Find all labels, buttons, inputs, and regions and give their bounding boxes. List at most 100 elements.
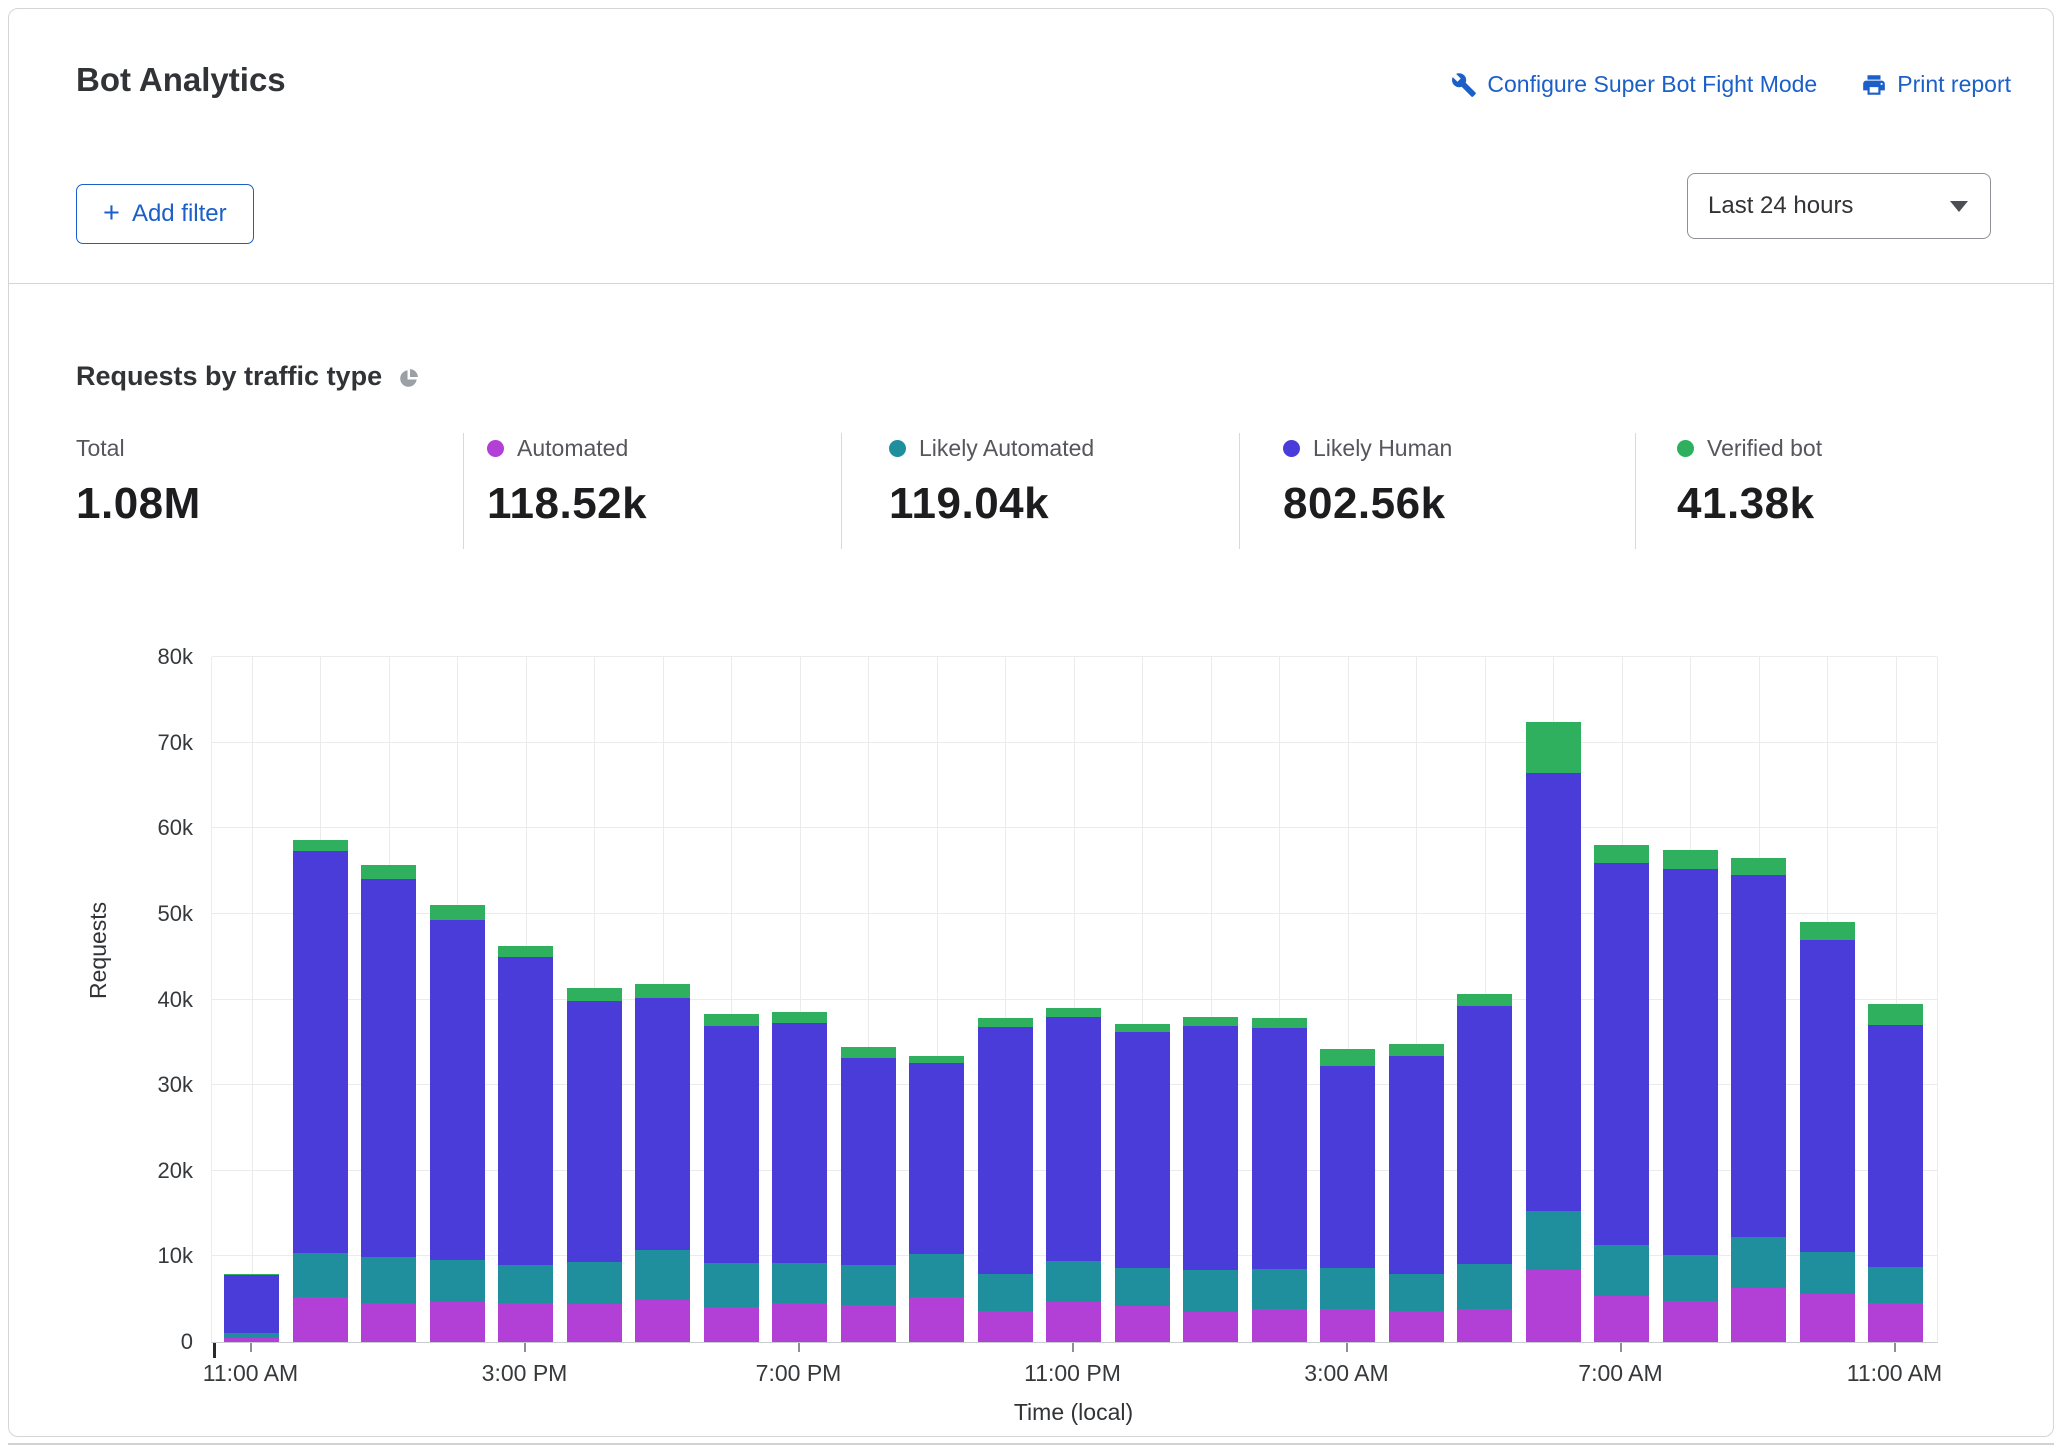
stat-divider bbox=[1635, 433, 1636, 549]
x-gridline bbox=[937, 657, 938, 1342]
bar-segment-likely-automated bbox=[909, 1254, 964, 1298]
bar-segment-verified-bot bbox=[1800, 922, 1855, 940]
bar-segment-verified-bot bbox=[1389, 1044, 1444, 1056]
stacked-bar-3-00-pm bbox=[498, 946, 553, 1342]
bar-segment-verified-bot bbox=[224, 1274, 279, 1276]
bar-segment-verified-bot bbox=[1594, 845, 1649, 863]
bar-segment-automated bbox=[1868, 1303, 1923, 1342]
bar-segment-automated bbox=[1389, 1311, 1444, 1342]
add-filter-label: Add filter bbox=[132, 200, 227, 228]
x-axis-tick bbox=[1346, 1343, 1348, 1352]
bar-segment-automated bbox=[1457, 1309, 1512, 1342]
stacked-bar-4-00-pm bbox=[567, 988, 622, 1342]
bar-segment-likely-automated bbox=[1046, 1261, 1101, 1302]
y-axis-tick-label: 10k bbox=[113, 1243, 193, 1269]
chart-plot-area bbox=[211, 657, 1938, 1343]
configure-link-label: Configure Super Bot Fight Mode bbox=[1487, 71, 1817, 98]
bar-segment-verified-bot bbox=[293, 840, 348, 851]
bar-segment-verified-bot bbox=[567, 988, 622, 1001]
pie-chart-icon bbox=[397, 367, 420, 390]
bar-segment-verified-bot bbox=[1868, 1004, 1923, 1025]
bar-segment-likely-automated bbox=[635, 1250, 690, 1301]
bar-segment-likely-human bbox=[1183, 1026, 1238, 1270]
y-axis-tick-label: 30k bbox=[113, 1072, 193, 1098]
x-axis-title: Time (local) bbox=[211, 1399, 1936, 1426]
bar-segment-likely-human bbox=[635, 998, 690, 1250]
bar-segment-verified-bot bbox=[1183, 1017, 1238, 1026]
stat-value: 1.08M bbox=[76, 479, 201, 529]
x-gridline bbox=[1416, 657, 1417, 1342]
y-gridline bbox=[212, 827, 1937, 828]
bar-segment-likely-human bbox=[1115, 1032, 1170, 1268]
y-gridline bbox=[212, 1084, 1937, 1085]
bar-segment-likely-automated bbox=[1252, 1269, 1307, 1308]
x-gridline bbox=[800, 657, 801, 1342]
y-axis-tick-label: 40k bbox=[113, 987, 193, 1013]
x-gridline bbox=[663, 657, 664, 1342]
legend-dot bbox=[487, 440, 504, 457]
page-title: Bot Analytics bbox=[76, 61, 286, 99]
bar-segment-verified-bot bbox=[1457, 994, 1512, 1006]
bar-segment-verified-bot bbox=[772, 1012, 827, 1024]
bar-segment-likely-automated bbox=[1594, 1245, 1649, 1296]
y-axis-tick-label: 60k bbox=[113, 815, 193, 841]
bar-segment-automated bbox=[1594, 1296, 1649, 1342]
stat-value: 119.04k bbox=[889, 479, 1094, 529]
bar-segment-automated bbox=[1731, 1288, 1786, 1342]
x-gridline bbox=[1690, 657, 1691, 1342]
bar-segment-automated bbox=[293, 1297, 348, 1342]
print-report-link[interactable]: Print report bbox=[1861, 71, 2011, 98]
section-title: Requests by traffic type bbox=[76, 361, 382, 392]
printer-icon bbox=[1861, 72, 1887, 98]
stacked-bar-11-00-am bbox=[224, 1274, 279, 1342]
x-axis-tick-label: 7:00 AM bbox=[1536, 1360, 1706, 1387]
header-links: Configure Super Bot Fight Mode Print rep… bbox=[1451, 71, 2011, 98]
print-link-label: Print report bbox=[1897, 71, 2011, 98]
bar-segment-likely-human bbox=[361, 879, 416, 1257]
stacked-bar-12-00-am bbox=[1115, 1024, 1170, 1343]
bar-segment-likely-human bbox=[1389, 1056, 1444, 1274]
time-range-select[interactable]: Last 24 hours bbox=[1687, 173, 1991, 239]
legend-dot bbox=[889, 440, 906, 457]
y-axis-title: Requests bbox=[85, 902, 112, 999]
stat-automated: Automated118.52k bbox=[487, 433, 647, 529]
stat-label-row: Likely Automated bbox=[889, 433, 1094, 463]
stacked-bar-8-00-pm bbox=[841, 1047, 896, 1342]
x-gridline bbox=[1348, 657, 1349, 1342]
stacked-bar-11-00-am bbox=[1868, 1004, 1923, 1342]
bar-segment-likely-automated bbox=[1115, 1268, 1170, 1306]
y-axis-tick-label: 0 bbox=[113, 1329, 193, 1355]
y-gridline bbox=[212, 1170, 1937, 1171]
stat-value: 41.38k bbox=[1677, 479, 1822, 529]
stat-label-row: Likely Human bbox=[1283, 433, 1452, 463]
bar-segment-likely-human bbox=[498, 957, 553, 1265]
bar-segment-verified-bot bbox=[1115, 1024, 1170, 1033]
x-axis-tick bbox=[1620, 1343, 1622, 1352]
configure-super-bot-fight-mode-link[interactable]: Configure Super Bot Fight Mode bbox=[1451, 71, 1817, 98]
bar-segment-automated bbox=[1115, 1306, 1170, 1342]
stacked-bar-7-00-pm bbox=[772, 1012, 827, 1343]
stacked-bar-2-00-am bbox=[1252, 1018, 1307, 1342]
add-filter-button[interactable]: + Add filter bbox=[76, 184, 254, 244]
bar-segment-likely-human bbox=[1046, 1017, 1101, 1261]
stacked-bar-3-00-am bbox=[1320, 1049, 1375, 1342]
x-gridline bbox=[526, 657, 527, 1342]
bar-segment-likely-human bbox=[430, 920, 485, 1260]
stacked-bar-7-00-am bbox=[1594, 845, 1649, 1342]
x-gridline bbox=[1827, 657, 1828, 1342]
bar-segment-verified-bot bbox=[430, 905, 485, 920]
bar-segment-likely-human bbox=[1526, 773, 1581, 1211]
stacked-bar-9-00-pm bbox=[909, 1056, 964, 1342]
stacked-bar-10-00-am bbox=[1800, 922, 1855, 1342]
bar-segment-verified-bot bbox=[1320, 1049, 1375, 1066]
bar-segment-likely-automated bbox=[1457, 1264, 1512, 1309]
stacked-bar-2-00-pm bbox=[430, 905, 485, 1342]
bar-segment-automated bbox=[1526, 1270, 1581, 1342]
x-axis-tick-label: 11:00 AM bbox=[166, 1360, 336, 1387]
y-axis-tick-label: 80k bbox=[113, 644, 193, 670]
bot-analytics-card: Bot Analytics Configure Super Bot Fight … bbox=[8, 8, 2054, 1437]
x-axis-tick-label: 11:00 AM bbox=[1810, 1360, 1980, 1387]
bar-segment-likely-automated bbox=[1663, 1255, 1718, 1301]
bar-segment-likely-automated bbox=[498, 1265, 553, 1304]
stat-label-row: Verified bot bbox=[1677, 433, 1822, 463]
